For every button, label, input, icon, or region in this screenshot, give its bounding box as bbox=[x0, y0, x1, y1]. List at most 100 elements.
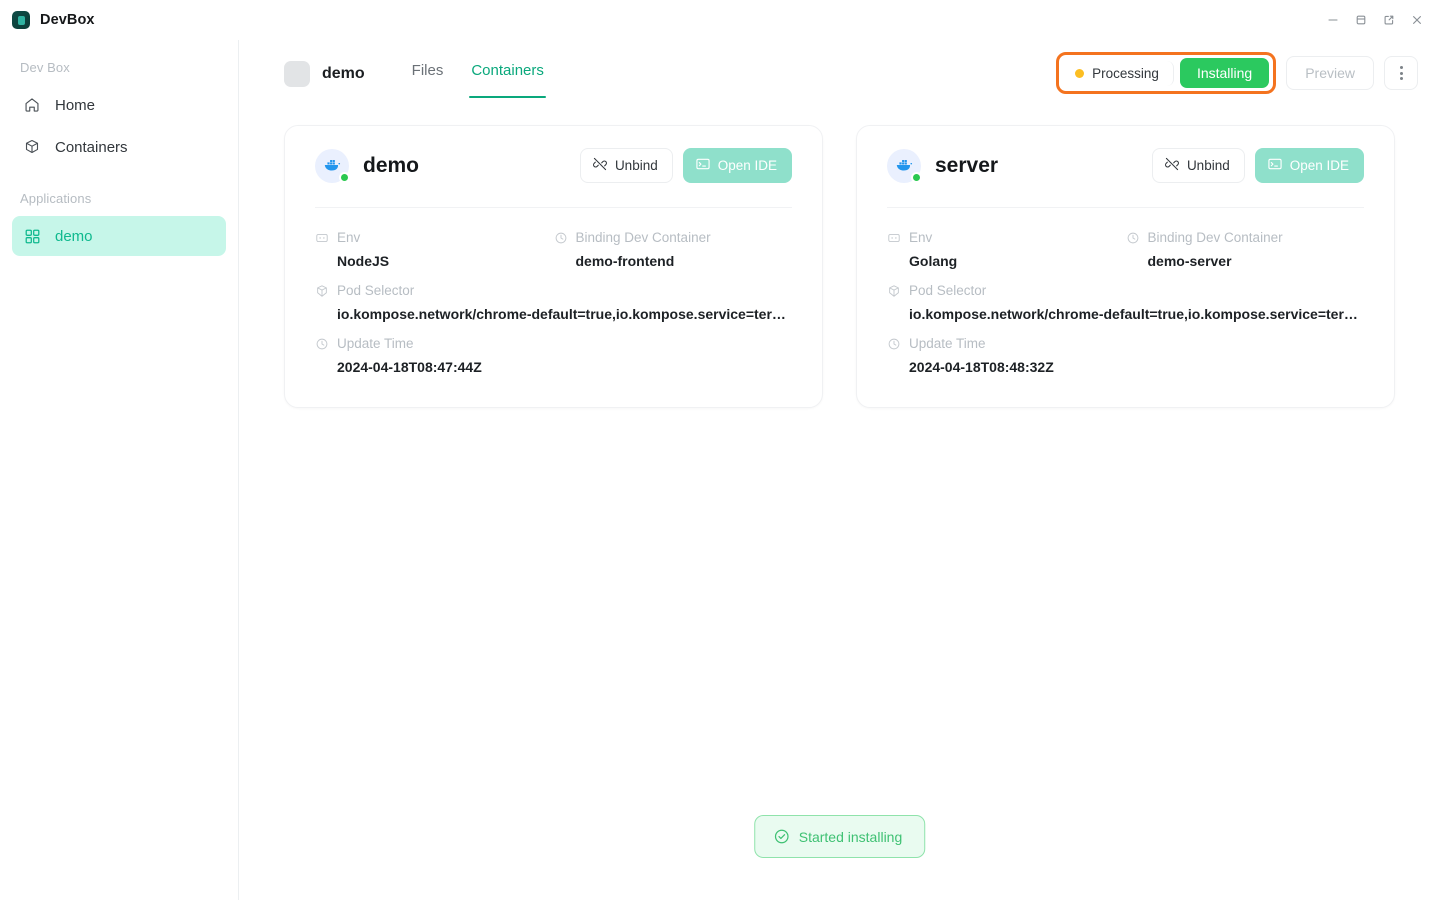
clock-icon bbox=[554, 231, 568, 245]
terminal-icon bbox=[695, 156, 711, 175]
card-title: demo bbox=[363, 154, 419, 178]
card-actions: Unbind Open IDE bbox=[580, 148, 792, 183]
field-label: Update Time bbox=[337, 336, 414, 351]
unbind-button[interactable]: Unbind bbox=[1152, 148, 1245, 183]
app-placeholder-icon bbox=[284, 61, 310, 87]
toast-notification: Started installing bbox=[754, 815, 926, 858]
field-binding-dev-container: Binding Dev Container demo-server bbox=[1126, 222, 1365, 275]
sidebar-item-label: Home bbox=[55, 97, 95, 114]
container-card: demo Unbind bbox=[284, 125, 823, 408]
clock-icon bbox=[315, 337, 329, 351]
field-value: Golang bbox=[909, 253, 1126, 269]
field-label: Binding Dev Container bbox=[1148, 230, 1283, 245]
installing-button[interactable]: Installing bbox=[1180, 58, 1269, 88]
open-ide-label: Open IDE bbox=[718, 158, 777, 173]
card-header: server Unbind bbox=[887, 148, 1364, 183]
app-title: DevBox bbox=[40, 12, 95, 28]
field-update-time: Update Time 2024-04-18T08:47:44Z bbox=[315, 328, 792, 381]
status-highlight-group: Processing Installing bbox=[1056, 52, 1276, 94]
field-label: Env bbox=[337, 230, 360, 245]
env-icon bbox=[887, 231, 901, 245]
containers-content: demo Unbind bbox=[239, 108, 1440, 900]
unlink-icon bbox=[592, 156, 608, 175]
field-pod-selector: Pod Selector io.kompose.network/chrome-d… bbox=[887, 275, 1364, 328]
unbind-label: Unbind bbox=[1187, 158, 1230, 173]
field-label: Binding Dev Container bbox=[576, 230, 711, 245]
field-value: demo-frontend bbox=[576, 253, 793, 269]
check-circle-icon bbox=[773, 828, 790, 845]
tab-containers[interactable]: Containers bbox=[469, 52, 546, 98]
status-dot-icon bbox=[339, 172, 350, 183]
unlink-icon bbox=[1164, 156, 1180, 175]
field-binding-dev-container: Binding Dev Container demo-frontend bbox=[554, 222, 793, 275]
field-value: NodeJS bbox=[337, 253, 554, 269]
content-header: demo Files Containers Processing Install… bbox=[239, 40, 1440, 108]
tab-bar: Files Containers bbox=[410, 52, 546, 98]
main-area: demo Files Containers Processing Install… bbox=[239, 40, 1440, 900]
docker-icon bbox=[315, 149, 349, 183]
card-fields: Env Golang Binding Dev Container bbox=[887, 208, 1364, 381]
field-value: io.kompose.network/chrome-default=true,i… bbox=[909, 306, 1364, 322]
status-dot-icon bbox=[1075, 69, 1084, 78]
more-vertical-icon[interactable] bbox=[1384, 56, 1418, 90]
package-icon bbox=[887, 284, 901, 298]
sidebar-item-label: Containers bbox=[55, 139, 128, 156]
restore-icon[interactable] bbox=[1348, 7, 1374, 33]
sidebar-item-containers[interactable]: Containers bbox=[12, 127, 226, 167]
field-label: Pod Selector bbox=[337, 283, 414, 298]
card-fields: Env NodeJS Binding Dev Container bbox=[315, 208, 792, 381]
field-env: Env NodeJS bbox=[315, 222, 554, 275]
open-ide-label: Open IDE bbox=[1290, 158, 1349, 173]
field-env: Env Golang bbox=[887, 222, 1126, 275]
tab-files[interactable]: Files bbox=[410, 52, 446, 98]
close-icon[interactable] bbox=[1404, 7, 1430, 33]
preview-button[interactable]: Preview bbox=[1286, 56, 1374, 90]
field-value: io.kompose.network/chrome-default=true,i… bbox=[337, 306, 792, 322]
external-link-icon[interactable] bbox=[1376, 7, 1402, 33]
card-title: server bbox=[935, 154, 998, 178]
sidebar-item-home[interactable]: Home bbox=[12, 85, 226, 125]
status-badge: Processing bbox=[1063, 61, 1174, 86]
window-controls bbox=[1320, 0, 1430, 40]
card-header: demo Unbind bbox=[315, 148, 792, 183]
field-pod-selector: Pod Selector io.kompose.network/chrome-d… bbox=[315, 275, 792, 328]
docker-icon bbox=[887, 149, 921, 183]
field-label: Pod Selector bbox=[909, 283, 986, 298]
field-update-time: Update Time 2024-04-18T08:48:32Z bbox=[887, 328, 1364, 381]
container-card: server Unbind bbox=[856, 125, 1395, 408]
card-actions: Unbind Open IDE bbox=[1152, 148, 1364, 183]
toast-message: Started installing bbox=[799, 829, 903, 845]
sidebar-item-label: demo bbox=[55, 228, 93, 245]
field-label: Env bbox=[909, 230, 932, 245]
terminal-icon bbox=[1267, 156, 1283, 175]
field-value: 2024-04-18T08:48:32Z bbox=[909, 359, 1364, 375]
clock-icon bbox=[1126, 231, 1140, 245]
sidebar-item-demo[interactable]: demo bbox=[12, 216, 226, 256]
status-label: Processing bbox=[1092, 66, 1159, 81]
header-actions: Processing Installing Preview bbox=[1056, 52, 1418, 94]
title-bar: DevBox bbox=[0, 0, 1440, 40]
field-value: demo-server bbox=[1148, 253, 1365, 269]
unbind-label: Unbind bbox=[615, 158, 658, 173]
open-ide-button[interactable]: Open IDE bbox=[1255, 148, 1364, 183]
page-title: demo bbox=[322, 65, 365, 83]
package-icon bbox=[315, 284, 329, 298]
field-label: Update Time bbox=[909, 336, 986, 351]
minimize-icon[interactable] bbox=[1320, 7, 1346, 33]
app-shell: Dev Box Home Containers Applications dem… bbox=[0, 40, 1440, 900]
clock-icon bbox=[887, 337, 901, 351]
sidebar-group-applications-label: Applications bbox=[0, 169, 238, 214]
unbind-button[interactable]: Unbind bbox=[580, 148, 673, 183]
app-breadcrumb: demo bbox=[284, 52, 365, 87]
sidebar-group-devbox-label: Dev Box bbox=[0, 52, 238, 83]
open-ide-button[interactable]: Open IDE bbox=[683, 148, 792, 183]
home-icon bbox=[22, 95, 42, 115]
status-dot-icon bbox=[911, 172, 922, 183]
cube-icon bbox=[22, 137, 42, 157]
grid-icon bbox=[22, 226, 42, 246]
field-value: 2024-04-18T08:47:44Z bbox=[337, 359, 792, 375]
env-icon bbox=[315, 231, 329, 245]
devbox-logo-icon bbox=[12, 11, 30, 29]
sidebar: Dev Box Home Containers Applications dem… bbox=[0, 40, 239, 900]
container-card-list: demo Unbind bbox=[284, 125, 1395, 408]
